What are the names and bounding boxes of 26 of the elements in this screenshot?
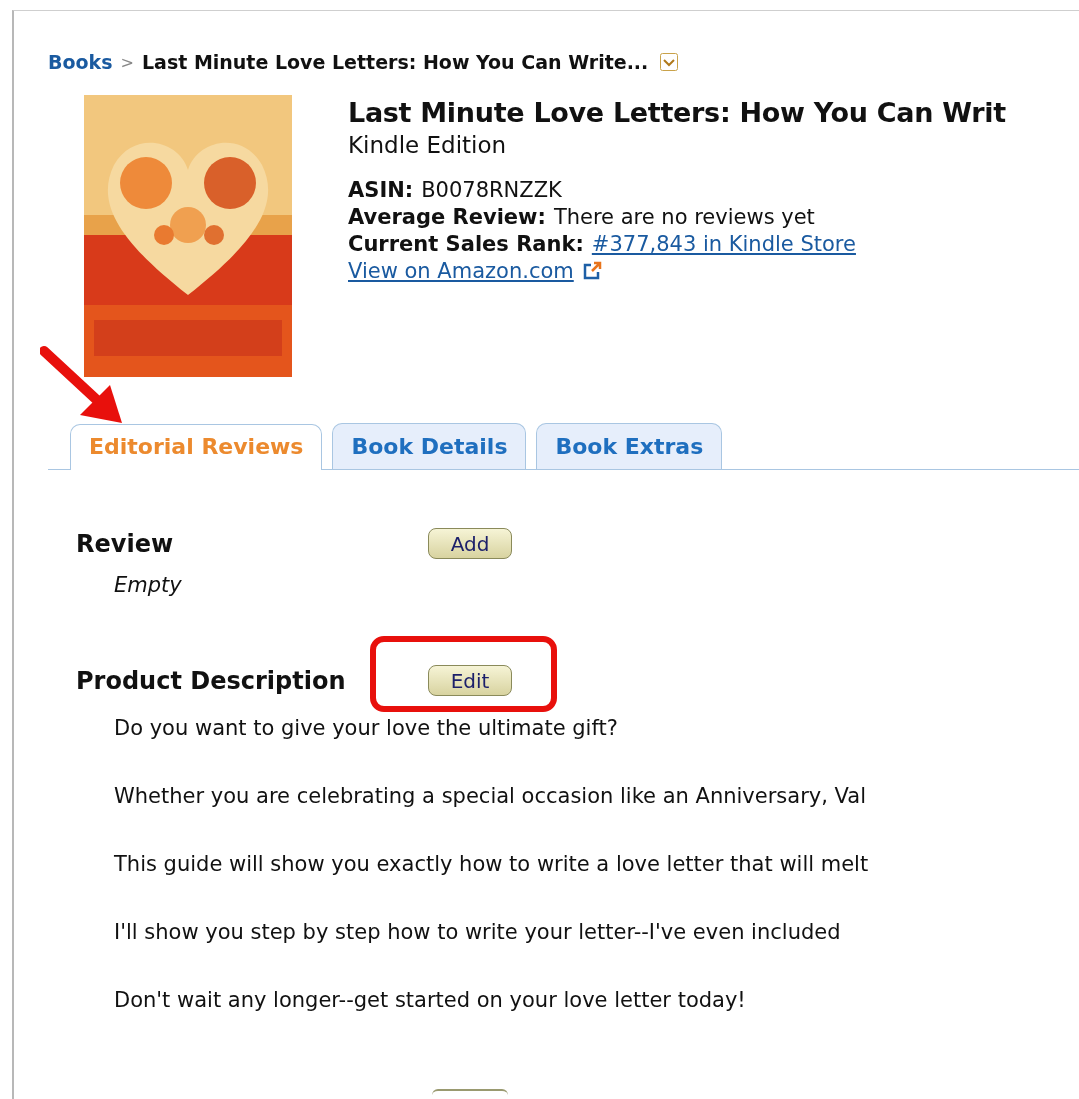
section-button[interactable]: Edit — [428, 665, 512, 696]
fact-label: Current Sales Rank: — [348, 232, 584, 256]
product-title: Last Minute Love Letters: How You Can Writ — [348, 97, 1006, 128]
dropdown-icon[interactable] — [660, 53, 679, 71]
product-format: Kindle Edition — [348, 132, 508, 158]
fact-value: B0078RNZZK — [421, 178, 562, 202]
external-link-icon — [581, 261, 602, 281]
fact-label: Average Review: — [348, 205, 546, 229]
fact-label: ASIN: — [348, 178, 414, 202]
breadcrumb-link[interactable]: Books — [48, 51, 113, 73]
amazon-link[interactable]: View on Amazon.com — [348, 259, 574, 283]
breadcrumb-current: Last Minute Love Letters: How You Can Write... — [141, 51, 649, 73]
fact-value: There are no reviews yet — [553, 205, 815, 229]
sales-rank-link[interactable]: #377,843 in Kindle Store — [591, 232, 856, 256]
description-paragraph: This guide will show you exactly how to write a love letter that will melt — [114, 852, 870, 877]
description-paragraph: Do you want to give your love the ultimate gift? — [114, 716, 619, 741]
description-paragraph: I'll show you step by step how to write your letter--I've even included — [114, 920, 842, 945]
tab[interactable]: Book Details — [332, 423, 527, 469]
section-button[interactable]: Add — [428, 528, 512, 559]
breadcrumb-separator: > — [120, 52, 134, 72]
section-heading: Product Description — [76, 666, 347, 695]
description-paragraph: Don't wait any longer--get started on your love letter today! — [114, 988, 747, 1013]
tab[interactable]: Book Extras — [536, 423, 723, 469]
section-heading: Review — [76, 529, 175, 558]
description-paragraph: Whether you are celebrating a special occasion like an Anniversary, Val — [114, 784, 867, 809]
empty-text: Empty — [114, 573, 183, 597]
